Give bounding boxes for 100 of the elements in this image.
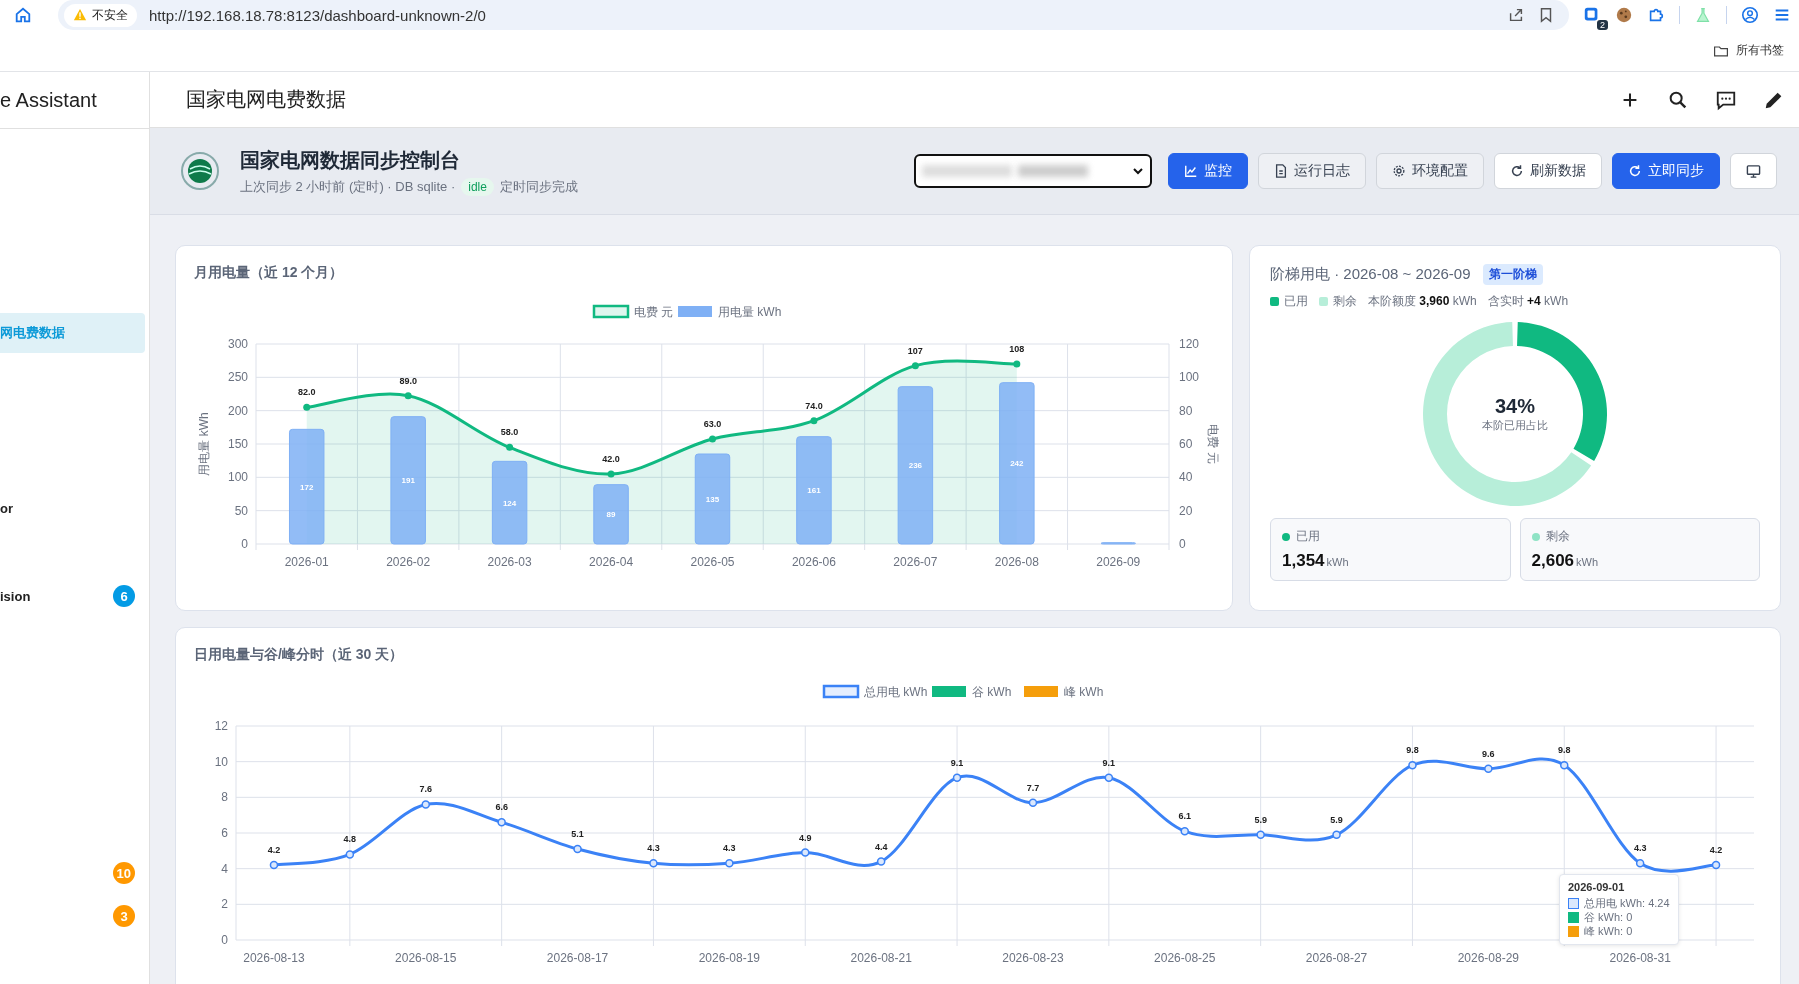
share-icon[interactable] — [1507, 6, 1525, 24]
point-value-label: 5.1 — [571, 829, 584, 840]
point-value-label: 4.2 — [1709, 845, 1723, 856]
legend-swatch[interactable] — [932, 686, 966, 697]
bookmarks-folder[interactable]: 所有书签 — [1713, 42, 1799, 59]
data-point[interactable] — [1560, 761, 1569, 770]
bar[interactable] — [1100, 542, 1136, 545]
point-value-label: 5.9 — [1254, 814, 1267, 825]
legend-label[interactable]: 用电量 kWh — [718, 305, 782, 319]
stat-label: 剩余 — [1545, 528, 1570, 545]
data-point[interactable] — [952, 773, 962, 782]
axis-tick-label: 10 — [214, 754, 228, 769]
axis-tick-label: 2 — [221, 897, 228, 912]
data-point[interactable] — [725, 859, 734, 868]
data-point[interactable] — [876, 857, 886, 866]
legend-swatch[interactable] — [678, 306, 712, 317]
point-value-label: 6.6 — [495, 802, 508, 813]
legend-label[interactable]: 电费 元 — [634, 305, 674, 319]
document-icon — [1274, 164, 1288, 178]
legend-label[interactable]: 谷 kWh — [972, 685, 1012, 699]
data-point[interactable] — [421, 800, 430, 809]
data-point[interactable] — [1104, 773, 1114, 782]
data-point[interactable] — [1256, 830, 1265, 840]
data-point[interactable] — [607, 470, 615, 478]
legend-swatch[interactable] — [592, 304, 630, 319]
home-icon[interactable] — [14, 6, 32, 24]
axis-tick-label: 2026-08-21 — [850, 951, 912, 965]
bar-value-label: 242 — [1010, 459, 1024, 469]
data-point[interactable] — [497, 818, 506, 827]
data-point[interactable] — [404, 392, 412, 400]
axis-tick-label: 2026-03 — [487, 555, 532, 569]
axis-tick-label: 2026-04 — [589, 555, 634, 569]
data-point[interactable] — [1013, 360, 1021, 368]
security-chip[interactable]: 不安全 — [64, 3, 137, 27]
axis-tick-label: 2026-08-25 — [1154, 951, 1216, 965]
point-value-label: 9.8 — [1558, 745, 1571, 756]
data-point[interactable] — [1484, 764, 1493, 774]
donut-segment[interactable] — [1423, 322, 1592, 506]
point-value-label: 74.0 — [805, 400, 823, 411]
point-value-label: 58.0 — [500, 427, 519, 438]
legend-swatch[interactable] — [1024, 686, 1058, 697]
tier-badge: 第一阶梯 — [1482, 264, 1543, 285]
stat-value: 1,354 — [1282, 551, 1325, 570]
bar-value-label: 124 — [502, 498, 517, 508]
cookie-icon[interactable] — [1615, 6, 1633, 24]
count-badge: 10 — [112, 862, 135, 884]
data-point[interactable] — [303, 403, 311, 411]
profile-icon[interactable] — [1741, 6, 1759, 24]
url-text: http://192.168.18.78:8123/dashboard-unknown-2/0 — [149, 6, 486, 24]
realtime-text: 含实时 +4 kWh — [1487, 293, 1569, 310]
bar-value-label: 89 — [606, 510, 616, 520]
warning-icon — [73, 8, 87, 22]
data-point[interactable] — [269, 860, 279, 870]
action-button[interactable]: 监控 — [1168, 153, 1248, 189]
address-bar[interactable]: 不安全 http://192.168.18.78:8123/dashboard-unknown-2/0 — [58, 0, 1569, 30]
legend-swatch[interactable] — [822, 684, 860, 699]
panel-title: 国家电网数据同步控制台 — [240, 147, 461, 173]
percent-value: 34% — [1495, 395, 1535, 418]
axis-tick-label: 0 — [221, 933, 228, 947]
data-point[interactable] — [1028, 798, 1038, 807]
axis-tick-label: 250 — [227, 370, 248, 385]
entity-select[interactable] — [914, 154, 1152, 188]
tooltip-text: 谷 kWh: 0 — [1584, 910, 1633, 924]
data-point[interactable] — [709, 435, 716, 443]
stat-value: 2,606 — [1531, 551, 1575, 570]
point-value-label: 4.3 — [1633, 843, 1647, 854]
action-button[interactable]: 运行日志 — [1258, 153, 1366, 189]
action-button[interactable]: 立即同步 — [1612, 153, 1720, 189]
axis-tick-label: 2026-02 — [386, 555, 431, 569]
data-point[interactable] — [1711, 860, 1721, 870]
sidebar-item[interactable]: ision 6 — [0, 576, 145, 616]
point-value-label: 7.7 — [1026, 782, 1040, 793]
data-point[interactable] — [1180, 826, 1189, 836]
data-point[interactable] — [1408, 761, 1417, 770]
data-point[interactable] — [911, 362, 919, 370]
tooltip-text: 总用电 kWh: 4.24 — [1584, 896, 1670, 910]
action-button[interactable]: 刷新数据 — [1494, 153, 1602, 189]
data-point[interactable] — [801, 848, 810, 857]
action-button[interactable]: 环境配置 — [1376, 153, 1484, 189]
sidebar-item[interactable]: 网电费数据 — [0, 313, 145, 353]
data-point[interactable] — [649, 859, 658, 868]
sidebar-item[interactable]: or — [0, 488, 145, 528]
axis-tick-label: 40 — [1179, 470, 1193, 485]
data-point[interactable] — [345, 850, 355, 859]
point-value-label: 89.0 — [399, 375, 417, 386]
data-point[interactable] — [1332, 830, 1341, 840]
legend-label[interactable]: 总用电 kWh — [864, 685, 928, 699]
display-button[interactable] — [1730, 153, 1777, 189]
legend-label[interactable]: 峰 kWh — [1064, 685, 1104, 699]
axis-tick-label: 2026-09 — [1096, 555, 1141, 569]
card-title: 日用电量与谷/峰分时（近 30 天） — [194, 646, 405, 664]
puzzle-icon[interactable] — [1647, 6, 1665, 24]
point-value-label: 9.6 — [1482, 748, 1495, 759]
data-point[interactable] — [506, 443, 514, 451]
axis-tick-label: 300 — [227, 337, 248, 351]
monitor-icon — [1746, 163, 1761, 179]
legend-swatch — [1319, 297, 1328, 306]
data-point[interactable] — [573, 844, 582, 854]
data-point[interactable] — [810, 417, 818, 425]
data-point[interactable] — [1635, 859, 1645, 868]
